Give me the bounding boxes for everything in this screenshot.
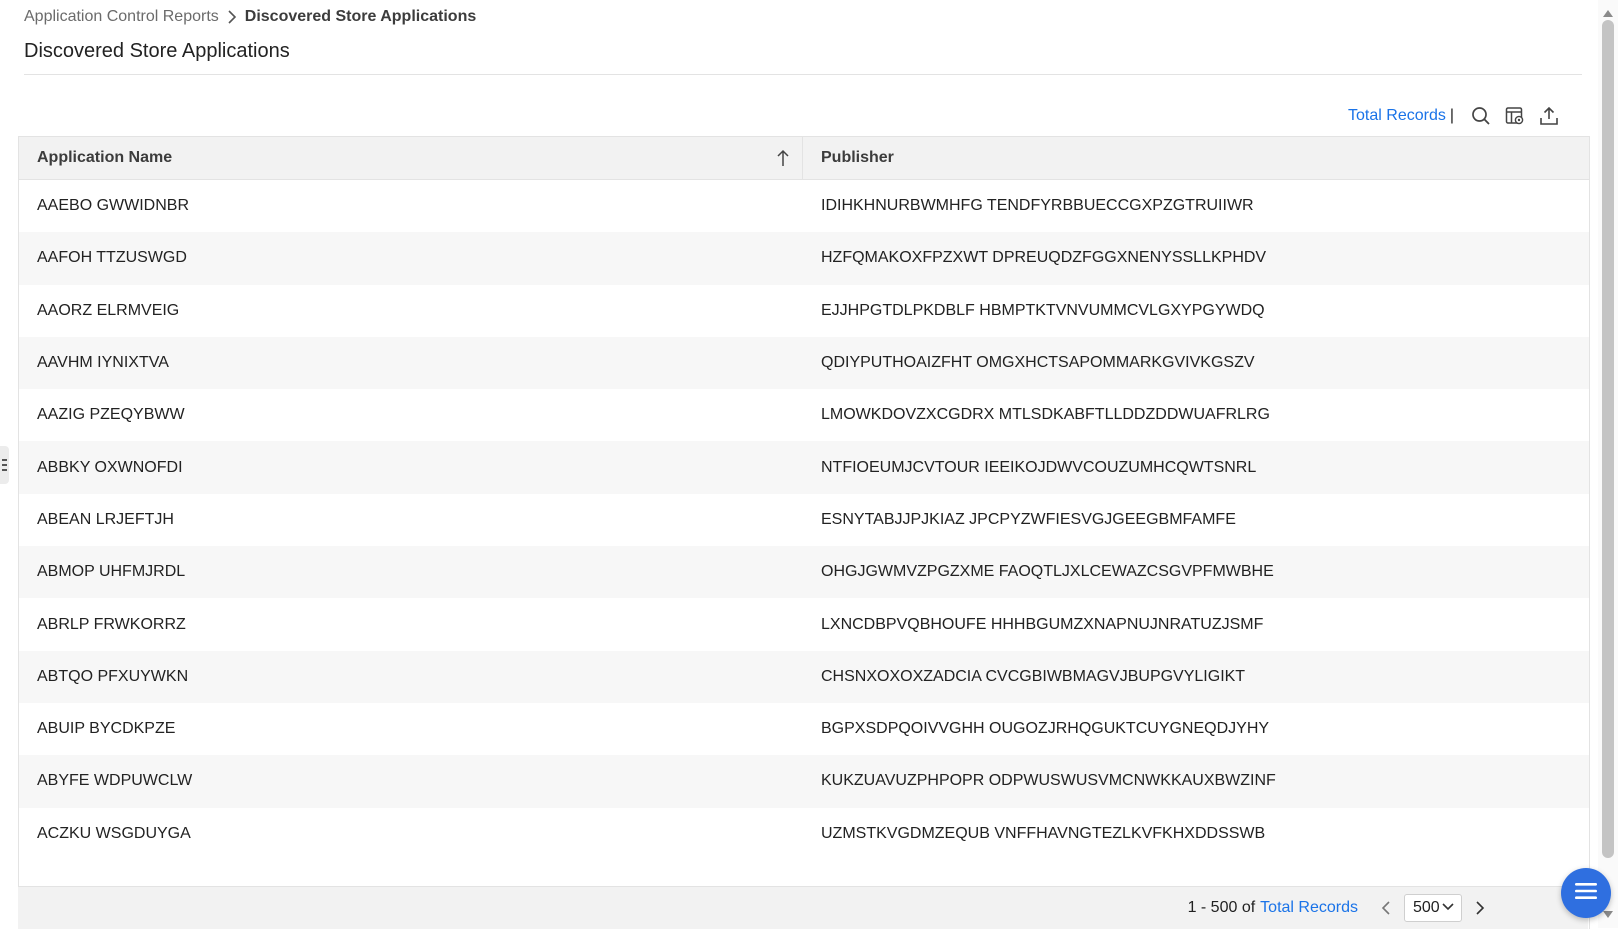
application-name-cell: ABMOP UHFMJRDL	[37, 563, 186, 581]
previous-page-icon[interactable]	[1374, 896, 1398, 920]
publisher-cell: LXNCDBPVQBHOUFE HHHBGUMZXNAPNUJNRATUZJSM…	[821, 615, 1264, 633]
application-name-cell: AAORZ ELRMVEIG	[37, 301, 180, 319]
floating-menu-button[interactable]	[1561, 868, 1611, 918]
handle-line	[2, 459, 7, 461]
application-name-cell: AAZIG PZEQYBWW	[37, 406, 185, 424]
breadcrumb-parent-link[interactable]: Application Control Reports	[24, 8, 219, 26]
column-header-label: Application Name	[37, 149, 173, 166]
table-row[interactable]: AAZIG PZEQYBWW LMOWKDOVZXCGDRX MTLSDKABFT…	[19, 389, 1589, 441]
pagination-bar: 1 - 500 of Total Records 500	[18, 886, 1588, 929]
next-page-icon[interactable]	[1468, 896, 1492, 920]
application-name-cell: AAFOH TTZUSWGD	[37, 249, 187, 267]
publisher-cell: OHGJGWMVZPGZXME FAOQTLJXLCEWAZCSGVPFMWBH…	[821, 563, 1274, 581]
total-records-link[interactable]: Total Records	[1348, 107, 1446, 125]
table-header: Application Name Publisher	[19, 137, 1589, 180]
footer-total-records-link[interactable]: Total Records	[1260, 899, 1358, 917]
toolbar-separator: |	[1449, 107, 1454, 124]
table-toolbar: Total Records |	[1348, 104, 1566, 128]
publisher-cell: KUKZUAVUZPHPOPR ODPWUSWUSVMCNWKKAUXBWZIN…	[821, 772, 1276, 790]
application-name-cell: ABTQO PFXUYWKN	[37, 667, 189, 685]
table-row[interactable]: AAFOH TTZUSWGD HZFQMAKOXFPZXWT DPREUQDZFG…	[19, 232, 1589, 285]
table-row[interactable]: ABBKY OXWNOFDI NTFIOEUMJCVTOUR IEEIKOJDWV…	[19, 441, 1589, 494]
vertical-scrollbar[interactable]	[1598, 0, 1618, 928]
handle-line	[2, 469, 7, 471]
side-panel-toggle[interactable]	[0, 446, 9, 484]
column-settings-icon[interactable]	[1498, 104, 1532, 128]
application-name-cell: ABBKY OXWNOFDI	[37, 458, 183, 476]
table-row[interactable]: AAVHM IYNIXTVA QDIYPUTHOAIZFHT OMGXHCTSAP…	[19, 336, 1589, 390]
publisher-cell: ESNYTABJJPJKIAZ JPCPYZWFIESVGJGEEGBMFAMF…	[821, 510, 1236, 528]
page-size-value: 500	[1413, 899, 1440, 916]
table-row[interactable]: ABRLP FRWKORRZ LXNCDBPVQBHOUFE HHHBGUMZXN…	[19, 598, 1589, 650]
applications-table: Application Name Publisher AAEBO GWWIDNB…	[18, 136, 1590, 929]
application-name-cell: ABEAN LRJEFTJH	[37, 510, 174, 528]
sort-ascending-icon[interactable]	[776, 149, 790, 172]
column-header-label: Publisher	[821, 149, 894, 166]
application-name-cell: ABRLP FRWKORRZ	[37, 615, 186, 633]
table-row[interactable]: ABUIP BYCDKPZE BGPXSDPQOIVVGHH OUGOZJRHQG…	[19, 703, 1589, 755]
chevron-down-icon	[1442, 899, 1454, 917]
breadcrumb: Application Control Reports Discovered S…	[24, 8, 476, 26]
breadcrumb-current: Discovered Store Applications	[244, 8, 477, 25]
search-icon[interactable]	[1464, 104, 1498, 128]
title-divider	[24, 74, 1582, 75]
page-title: Discovered Store Applications	[24, 40, 290, 62]
publisher-cell: HZFQMAKOXFPZXWT DPREUQDZFGGXNENYSSLLKPHD…	[821, 249, 1267, 267]
publisher-cell: EJJHPGTDLPKDBLF HBMPTKTVNVUMMCVLGXYPGYWD…	[821, 301, 1265, 319]
publisher-cell: NTFIOEUMJCVTOUR IEEIKOJDWVCOUZUMHCQWTSNR…	[821, 458, 1257, 476]
publisher-cell: UZMSTKVGDMZEQUB VNFFHAVNGTEZLKVFKHXDDSSW…	[821, 824, 1266, 842]
table-row[interactable]: ABTQO PFXUYWKN CHSNXOXOXZADCIA CVCGBIWBMA…	[19, 650, 1589, 703]
application-name-cell: ABYFE WDPUWCLW	[37, 772, 193, 790]
chevron-right-icon	[227, 10, 237, 24]
publisher-cell: IDIHKHNURBWMHFG TENDFYRBBUECCGXPZGTRUIIW…	[821, 197, 1254, 215]
record-range: 1 - 500 of	[1187, 899, 1256, 916]
table-row[interactable]: ACZKU WSGDUYGA UZMSTKVGDMZEQUB VNFFHAVNGT…	[19, 808, 1589, 860]
table-row[interactable]: ABEAN LRJEFTJH ESNYTABJJPJKIAZ JPCPYZWFIE…	[19, 494, 1589, 546]
column-header-application-name[interactable]: Application Name	[19, 137, 803, 179]
table-row[interactable]: ABMOP UHFMJRDL OHGJGWMVZPGZXME FAOQTLJXLC…	[19, 546, 1589, 599]
application-name-cell: ABUIP BYCDKPZE	[37, 720, 176, 738]
table-row[interactable]: AAEBO GWWIDNBR IDIHKHNURBWMHFG TENDFYRBBU…	[19, 180, 1589, 232]
publisher-cell: QDIYPUTHOAIZFHT OMGXHCTSAPOMMARKGVIVKGSZ…	[821, 354, 1255, 372]
application-name-cell: ACZKU WSGDUYGA	[37, 824, 191, 842]
publisher-cell: LMOWKDOVZXCGDRX MTLSDKABFTLLDDZDDWUAFRLR…	[821, 406, 1270, 424]
application-name-cell: AAVHM IYNIXTVA	[37, 354, 169, 372]
handle-line	[2, 464, 7, 466]
publisher-cell: CHSNXOXOXZADCIA CVCGBIWBMAGVJBUPGVYLIGIK…	[821, 667, 1246, 685]
table-body: AAEBO GWWIDNBR IDIHKHNURBWMHFG TENDFYRBBU…	[19, 180, 1589, 860]
export-icon[interactable]	[1532, 104, 1566, 128]
column-header-publisher[interactable]: Publisher	[803, 137, 1589, 179]
page-size-select[interactable]: 500	[1404, 894, 1462, 922]
table-row[interactable]: ABYFE WDPUWCLW KUKZUAVUZPHPOPR ODPWUSWUSV…	[19, 755, 1589, 808]
table-row[interactable]: AAORZ ELRMVEIG EJJHPGTDLPKDBLF HBMPTKTVNV…	[19, 285, 1589, 337]
scrollbar-thumb[interactable]	[1602, 20, 1614, 858]
publisher-cell: BGPXSDPQOIVVGHH OUGOZJRHQGUKTCUYGNEQDJYH…	[821, 720, 1270, 738]
hamburger-menu-icon	[1574, 881, 1598, 906]
application-name-cell: AAEBO GWWIDNBR	[37, 197, 190, 215]
